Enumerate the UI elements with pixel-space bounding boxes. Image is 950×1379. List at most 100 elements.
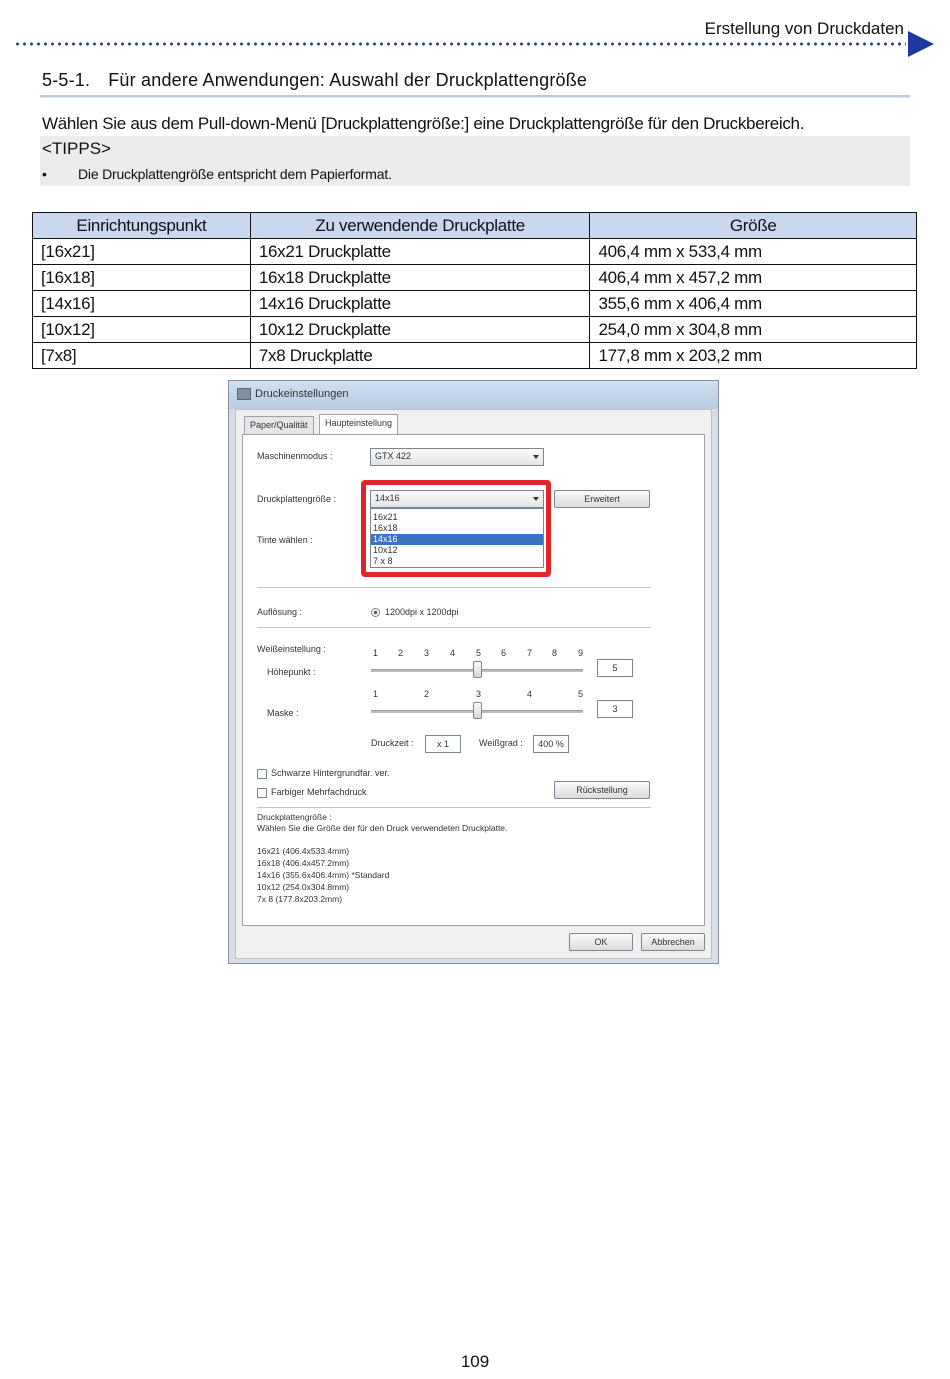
printer-icon [237,388,251,400]
plate-size-option[interactable]: 10x12 [371,545,543,556]
header-dotted-rule [14,41,906,47]
slider-tick-label: 8 [552,648,558,658]
print-time-input[interactable]: x 1 [425,735,461,753]
slider-tick-label: 1 [373,689,379,699]
reset-button[interactable]: Rückstellung [554,781,650,799]
chevron-down-icon [533,497,539,501]
print-time-label: Druckzeit : [371,738,414,748]
table-cell: 16x21 Druckplatte [249,238,591,265]
mask-slider-thumb[interactable] [473,702,482,719]
color-multi-print-checkbox[interactable] [257,788,267,798]
table-cell: 7x8 Druckplatte [249,342,591,369]
plate-size-option[interactable]: 16x18 [371,523,543,534]
extended-button[interactable]: Erweitert [554,490,650,508]
tips-heading: <TIPPS> [42,139,111,158]
slider-tick-label: 7 [527,648,533,658]
machine-mode-value: GTX 422 [375,451,412,461]
intro-text: Wählen Sie aus dem Pull-down-Menü [Druck… [42,114,805,133]
machine-mode-select[interactable]: GTX 422 [370,448,544,466]
info-line: 7x 8 (177.8x203.2mm) [257,894,343,904]
resolution-radio[interactable] [371,608,380,617]
highlight-slider-thumb[interactable] [473,661,482,678]
plate-size-option-selected[interactable]: 14x16 [371,534,543,545]
section-rule-shadow [40,97,910,98]
tab-paper-quality[interactable]: Paper/Qualität [244,416,314,434]
table-header-cell: Einrichtungspunkt [32,212,251,239]
black-background-label: Schwarze Hintergrundfar. ver. [271,768,390,778]
table-cell: 10x12 Druckplatte [249,316,591,343]
mask-value-box[interactable]: 3 [597,700,633,718]
plate-size-option[interactable]: 7 x 8 [371,556,543,567]
table-cell: 254,0 mm x 304,8 mm [589,316,917,343]
print-settings-dialog: Druckeinstellungen Paper/Qualität Haupte… [228,380,719,964]
info-description: Wählen Sie die Größe der für den Druck v… [257,823,508,833]
ok-button[interactable]: OK [569,933,633,951]
color-multi-print-label: Farbiger Mehrfachdruck [271,787,367,797]
table-cell: 406,4 mm x 457,2 mm [589,264,917,291]
table-cell: [14x16] [32,290,251,317]
table-cell: 14x16 Druckplatte [249,290,591,317]
dialog-body: Paper/Qualität Haupteinstellung Maschine… [235,409,712,959]
dialog-titlebar: Druckeinstellungen [229,381,718,409]
cancel-button[interactable]: Abbrechen [641,933,705,951]
resolution-value: 1200dpi x 1200dpi [385,607,459,617]
slider-tick-label: 4 [527,689,533,699]
table-cell: [16x18] [32,264,251,291]
white-settings-label: Weißeinstellung : [257,644,326,654]
table-header-cell: Größe [589,212,917,239]
table-row: [7x8] 7x8 Druckplatte 177,8 mm x 203,2 m… [32,342,917,369]
resolution-label: Auflösung : [257,607,303,617]
section-title: 5-5-1. Für andere Anwendungen: Auswahl de… [42,70,587,91]
info-line: 10x12 (254.0x304.8mm) [257,882,350,892]
separator [257,807,651,808]
highlight-label: Höhepunkt : [267,667,316,677]
table-cell: 16x18 Druckplatte [249,264,591,291]
section-number: 5-5-1. [42,70,91,90]
tips-bullet-icon: • [42,166,47,182]
plate-size-table: Einrichtungspunkt Zu verwendende Druckpl… [32,212,917,369]
table-cell: [16x21] [32,238,251,265]
black-background-checkbox[interactable] [257,769,267,779]
table-cell: 406,4 mm x 533,4 mm [589,238,917,265]
slider-tick-label: 9 [578,648,584,658]
slider-tick-label: 3 [476,689,482,699]
slider-tick-label: 4 [450,648,456,658]
slider-tick-label: 2 [398,648,404,658]
ink-select-label: Tinte wählen : [257,535,313,545]
plate-size-value: 14x16 [375,493,400,503]
slider-tick-label: 1 [373,648,379,658]
table-cell: [10x12] [32,316,251,343]
table-row: [14x16] 14x16 Druckplatte 355,6 mm x 406… [32,290,917,317]
slider-tick-label: 5 [578,689,584,699]
plate-size-select[interactable]: 14x16 [370,490,544,508]
chevron-down-icon [533,455,539,459]
whiteness-input[interactable]: 400 % [533,735,569,753]
plate-size-option[interactable]: 16x21 [371,512,543,523]
machine-mode-label: Maschinenmodus : [257,451,333,461]
info-title: Druckplattengröße : [257,812,332,822]
mask-label: Maske : [267,708,299,718]
table-cell: 177,8 mm x 203,2 mm [589,342,917,369]
table-cell: 355,6 mm x 406,4 mm [589,290,917,317]
tab-main-settings[interactable]: Haupteinstellung [319,414,399,435]
whiteness-label: Weißgrad : [479,738,523,748]
section-title-text: Für andere Anwendungen: Auswahl der Druc… [108,70,588,90]
separator [257,587,651,588]
info-line: 16x21 (406.4x533.4mm) [257,846,350,856]
slider-tick-label: 6 [501,648,507,658]
plate-size-dropdown-list: 16x21 16x18 14x16 10x12 7 x 8 [370,508,544,568]
tips-item: Die Druckplattengröße entspricht dem Pap… [78,166,392,182]
table-row: [10x12] 10x12 Druckplatte 254,0 mm x 304… [32,316,917,343]
table-row: [16x18] 16x18 Druckplatte 406,4 mm x 457… [32,264,917,291]
slider-tick-label: 2 [424,689,430,699]
table-row: [16x21] 16x21 Druckplatte 406,4 mm x 533… [32,238,917,265]
page-number: 109 [460,1352,490,1371]
highlight-value-box[interactable]: 5 [597,659,633,677]
table-header-row: Einrichtungspunkt Zu verwendende Druckpl… [32,212,917,239]
settings-panel: Maschinenmodus : GTX 422 Druckplattengrö… [242,434,705,926]
header-title: Erstellung von Druckdaten [704,19,904,38]
plate-size-label: Druckplattengröße : [257,494,337,504]
table-header-cell: Zu verwendende Druckplatte [249,212,591,239]
separator [257,627,651,628]
table-cell: [7x8] [32,342,251,369]
